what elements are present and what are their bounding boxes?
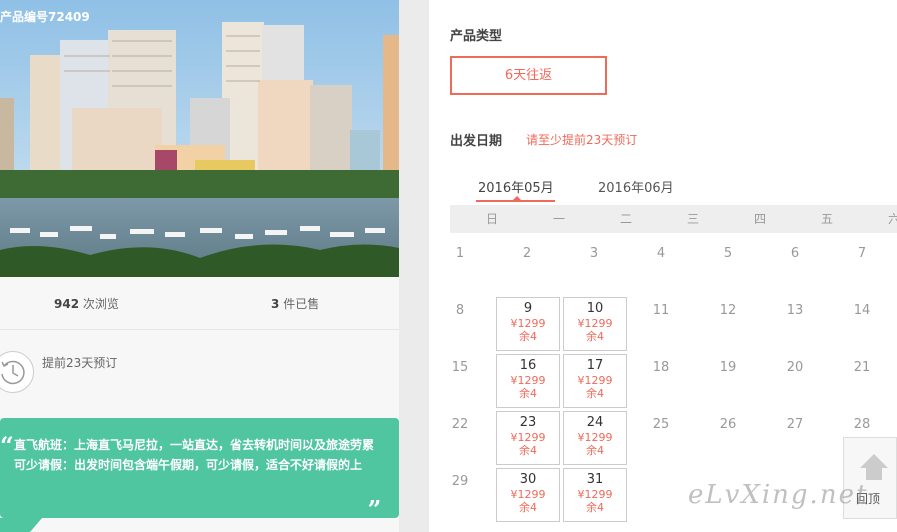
calendar-day-2: 2 (522, 246, 532, 261)
calendar-day-27: 27 (786, 417, 804, 432)
day-remaining: 余4 (519, 387, 537, 400)
quote-open-icon: “ (0, 431, 14, 460)
day-remaining: 余4 (519, 330, 537, 343)
calendar-day-20: 20 (786, 360, 804, 375)
tab-month-may[interactable]: 2016年05月 (478, 177, 554, 196)
arrow-up-stem (866, 468, 882, 480)
promo-tab (0, 518, 30, 532)
day-price: ¥1299 (577, 317, 613, 330)
weekday-thu: 四 (753, 212, 766, 226)
calendar-day-23-bookable[interactable]: 23 ¥1299 余4 (496, 411, 560, 465)
day-number: 16 (519, 358, 537, 373)
calendar-day-6: 6 (790, 246, 800, 261)
weekday-sun: 日 (485, 212, 498, 226)
booking-panel: 产品类型 6天往返 出发日期 请至少提前23天预订 2016年05月 2016年… (429, 0, 897, 532)
day-remaining: 余4 (519, 444, 537, 457)
views-count: 942 (54, 297, 80, 311)
day-remaining: 余4 (586, 501, 604, 514)
panel-gutter (399, 0, 429, 532)
watermark-logo: eLvXing.net (688, 480, 869, 510)
weekday-header: 日 一 二 三 四 五 六 (450, 205, 897, 233)
calendar-day-13: 13 (786, 303, 804, 318)
clock-icon (0, 351, 34, 393)
advance-booking-note: 请至少提前23天预订 (526, 133, 638, 147)
promo-box: “ 直飞航班：上海直飞马尼拉，一站直达，省去转机时间以及旅途劳累 可少请假：出发… (0, 418, 399, 518)
calendar-day-5: 5 (723, 246, 733, 261)
calendar-day-18: 18 (652, 360, 670, 375)
calendar-day-14: 14 (853, 303, 871, 318)
weekday-wed: 三 (686, 212, 699, 226)
stats-row: 942 次浏览 3 件已售 (0, 277, 399, 330)
calendar-day-17-bookable[interactable]: 17 ¥1299 余4 (563, 354, 627, 408)
quote-close-icon: „ (368, 481, 382, 510)
day-number: 23 (519, 415, 537, 430)
calendar-day-24-bookable[interactable]: 24 ¥1299 余4 (563, 411, 627, 465)
active-month-caret-icon (513, 196, 521, 200)
calendar-day-31-bookable[interactable]: 31 ¥1299 余4 (563, 468, 627, 522)
calendar-day-4: 4 (656, 246, 666, 261)
day-price: ¥1299 (510, 488, 546, 501)
weekday-tue: 二 (619, 212, 632, 226)
promo-tab-slope (30, 518, 42, 532)
calendar-day-3: 3 (589, 246, 599, 261)
calendar-day-9-bookable[interactable]: 9 ¥1299 余4 (496, 297, 560, 351)
arrow-up-icon (860, 454, 888, 468)
product-type-option[interactable]: 6天往返 (450, 56, 607, 95)
day-price: ¥1299 (510, 374, 546, 387)
product-photo (0, 0, 399, 277)
advance-booking-text: 提前23天预订 (42, 356, 118, 370)
weekday-mon: 一 (552, 212, 565, 226)
day-price: ¥1299 (510, 317, 546, 330)
active-month-underline (476, 200, 555, 202)
calendar-day-28: 28 (853, 417, 871, 432)
calendar-day-21: 21 (853, 360, 871, 375)
calendar-day-11: 11 (652, 303, 670, 318)
calendar-day-10-bookable[interactable]: 10 ¥1299 余4 (563, 297, 627, 351)
product-code: 产品编号72409 (0, 10, 90, 24)
calendar-day-16-bookable[interactable]: 16 ¥1299 余4 (496, 354, 560, 408)
product-type-title: 产品类型 (450, 29, 503, 44)
calendar-day-15: 15 (451, 360, 469, 375)
weekday-fri: 五 (820, 212, 833, 226)
day-number: 24 (586, 415, 604, 430)
day-number: 17 (586, 358, 604, 373)
calendar-day-30-bookable[interactable]: 30 ¥1299 余4 (496, 468, 560, 522)
day-remaining: 余4 (586, 330, 604, 343)
day-price: ¥1299 (577, 374, 613, 387)
calendar-day-25: 25 (652, 417, 670, 432)
views-stat: 942 次浏览 (54, 295, 119, 312)
calendar-day-1: 1 (455, 246, 465, 261)
advance-booking-row: 提前23天预订 (0, 345, 399, 405)
day-price: ¥1299 (577, 431, 613, 444)
departure-date-title: 出发日期 (450, 134, 503, 149)
day-number: 30 (519, 472, 537, 487)
calendar-day-7: 7 (857, 246, 867, 261)
sold-label: 件已售 (283, 297, 320, 311)
sold-stat: 3 件已售 (271, 295, 319, 312)
day-remaining: 余4 (586, 387, 604, 400)
calendar-day-29: 29 (451, 474, 469, 489)
sold-count: 3 (271, 297, 280, 311)
day-price: ¥1299 (510, 431, 546, 444)
product-info-panel: 产品编号72409 942 次浏览 3 件已售 提前23天预订 “ 直飞航班：上… (0, 0, 399, 532)
views-label: 次浏览 (82, 297, 119, 311)
calendar-day-8: 8 (455, 303, 465, 318)
day-remaining: 余4 (519, 501, 537, 514)
day-remaining: 余4 (586, 444, 604, 457)
day-number: 9 (523, 301, 533, 316)
promo-line-2: 可少请假：出发时间包含端午假期，可少请假，适合不好请假的上 (14, 458, 363, 472)
calendar-day-19: 19 (719, 360, 737, 375)
weekday-sat: 六 (887, 212, 897, 226)
calendar-day-22: 22 (451, 417, 469, 432)
day-price: ¥1299 (577, 488, 613, 501)
tab-month-june[interactable]: 2016年06月 (598, 177, 674, 196)
promo-line-1: 直飞航班：上海直飞马尼拉，一站直达，省去转机时间以及旅途劳累 (14, 438, 375, 452)
calendar-day-12: 12 (719, 303, 737, 318)
day-number: 10 (586, 301, 604, 316)
calendar-day-26: 26 (719, 417, 737, 432)
day-number: 31 (586, 472, 604, 487)
